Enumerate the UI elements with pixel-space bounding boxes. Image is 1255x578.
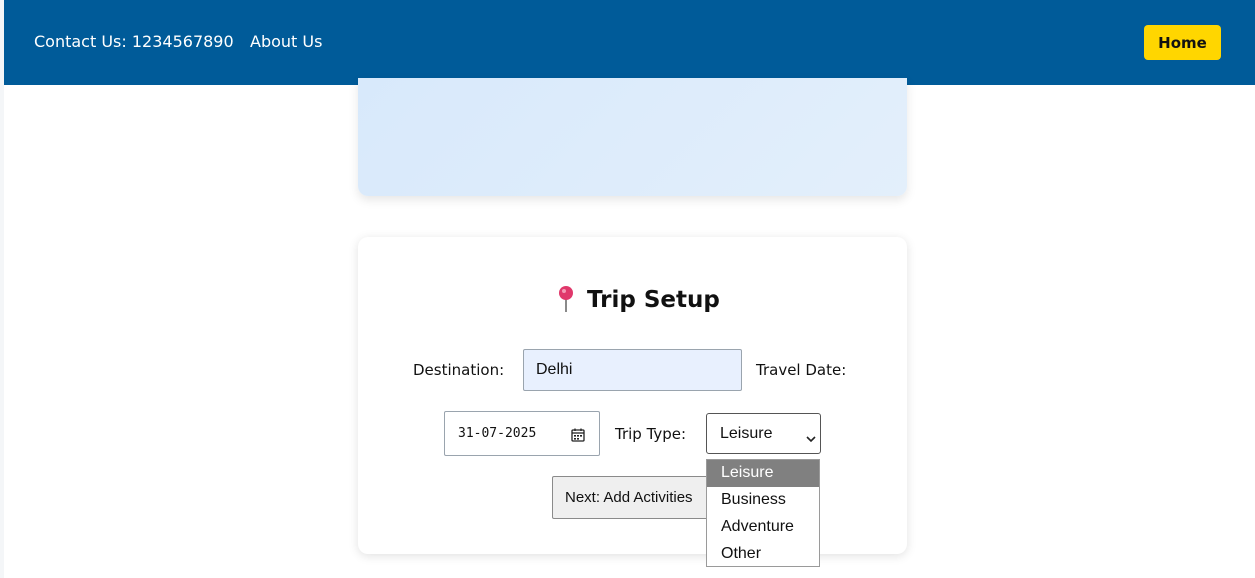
trip-type-option-other[interactable]: Other xyxy=(707,541,819,568)
travel-date-label: Travel Date: xyxy=(756,361,847,379)
trip-type-selected-value: Leisure xyxy=(720,424,773,442)
page-title: Trip Setup xyxy=(587,287,720,313)
calendar-icon[interactable] xyxy=(571,427,585,446)
trip-type-option-business[interactable]: Business xyxy=(707,487,819,514)
home-button[interactable]: Home xyxy=(1144,25,1221,60)
destination-input[interactable] xyxy=(523,349,742,391)
chevron-down-icon xyxy=(806,430,816,448)
round-pushpin-icon xyxy=(555,285,577,315)
travel-date-input[interactable]: 31-07-2025 xyxy=(444,411,600,456)
trip-type-select[interactable]: Leisure xyxy=(706,413,821,454)
about-us-link[interactable]: About Us xyxy=(250,32,322,52)
contact-link[interactable]: Contact Us: 1234567890 xyxy=(34,32,234,52)
page: Contact Us: 1234567890 About Us Home Tri… xyxy=(0,0,1255,578)
trip-type-option-leisure[interactable]: Leisure xyxy=(707,460,819,487)
trip-setup-heading: Trip Setup xyxy=(555,285,720,315)
trip-type-label: Trip Type: xyxy=(615,425,687,443)
travel-date-value: 31-07-2025 xyxy=(458,426,537,441)
next-add-activities-button[interactable]: Next: Add Activities xyxy=(552,476,717,519)
hero-banner xyxy=(358,78,907,196)
trip-type-dropdown: Leisure Business Adventure Other xyxy=(706,459,820,567)
trip-type-option-adventure[interactable]: Adventure xyxy=(707,514,819,541)
destination-label: Destination: xyxy=(413,361,505,379)
